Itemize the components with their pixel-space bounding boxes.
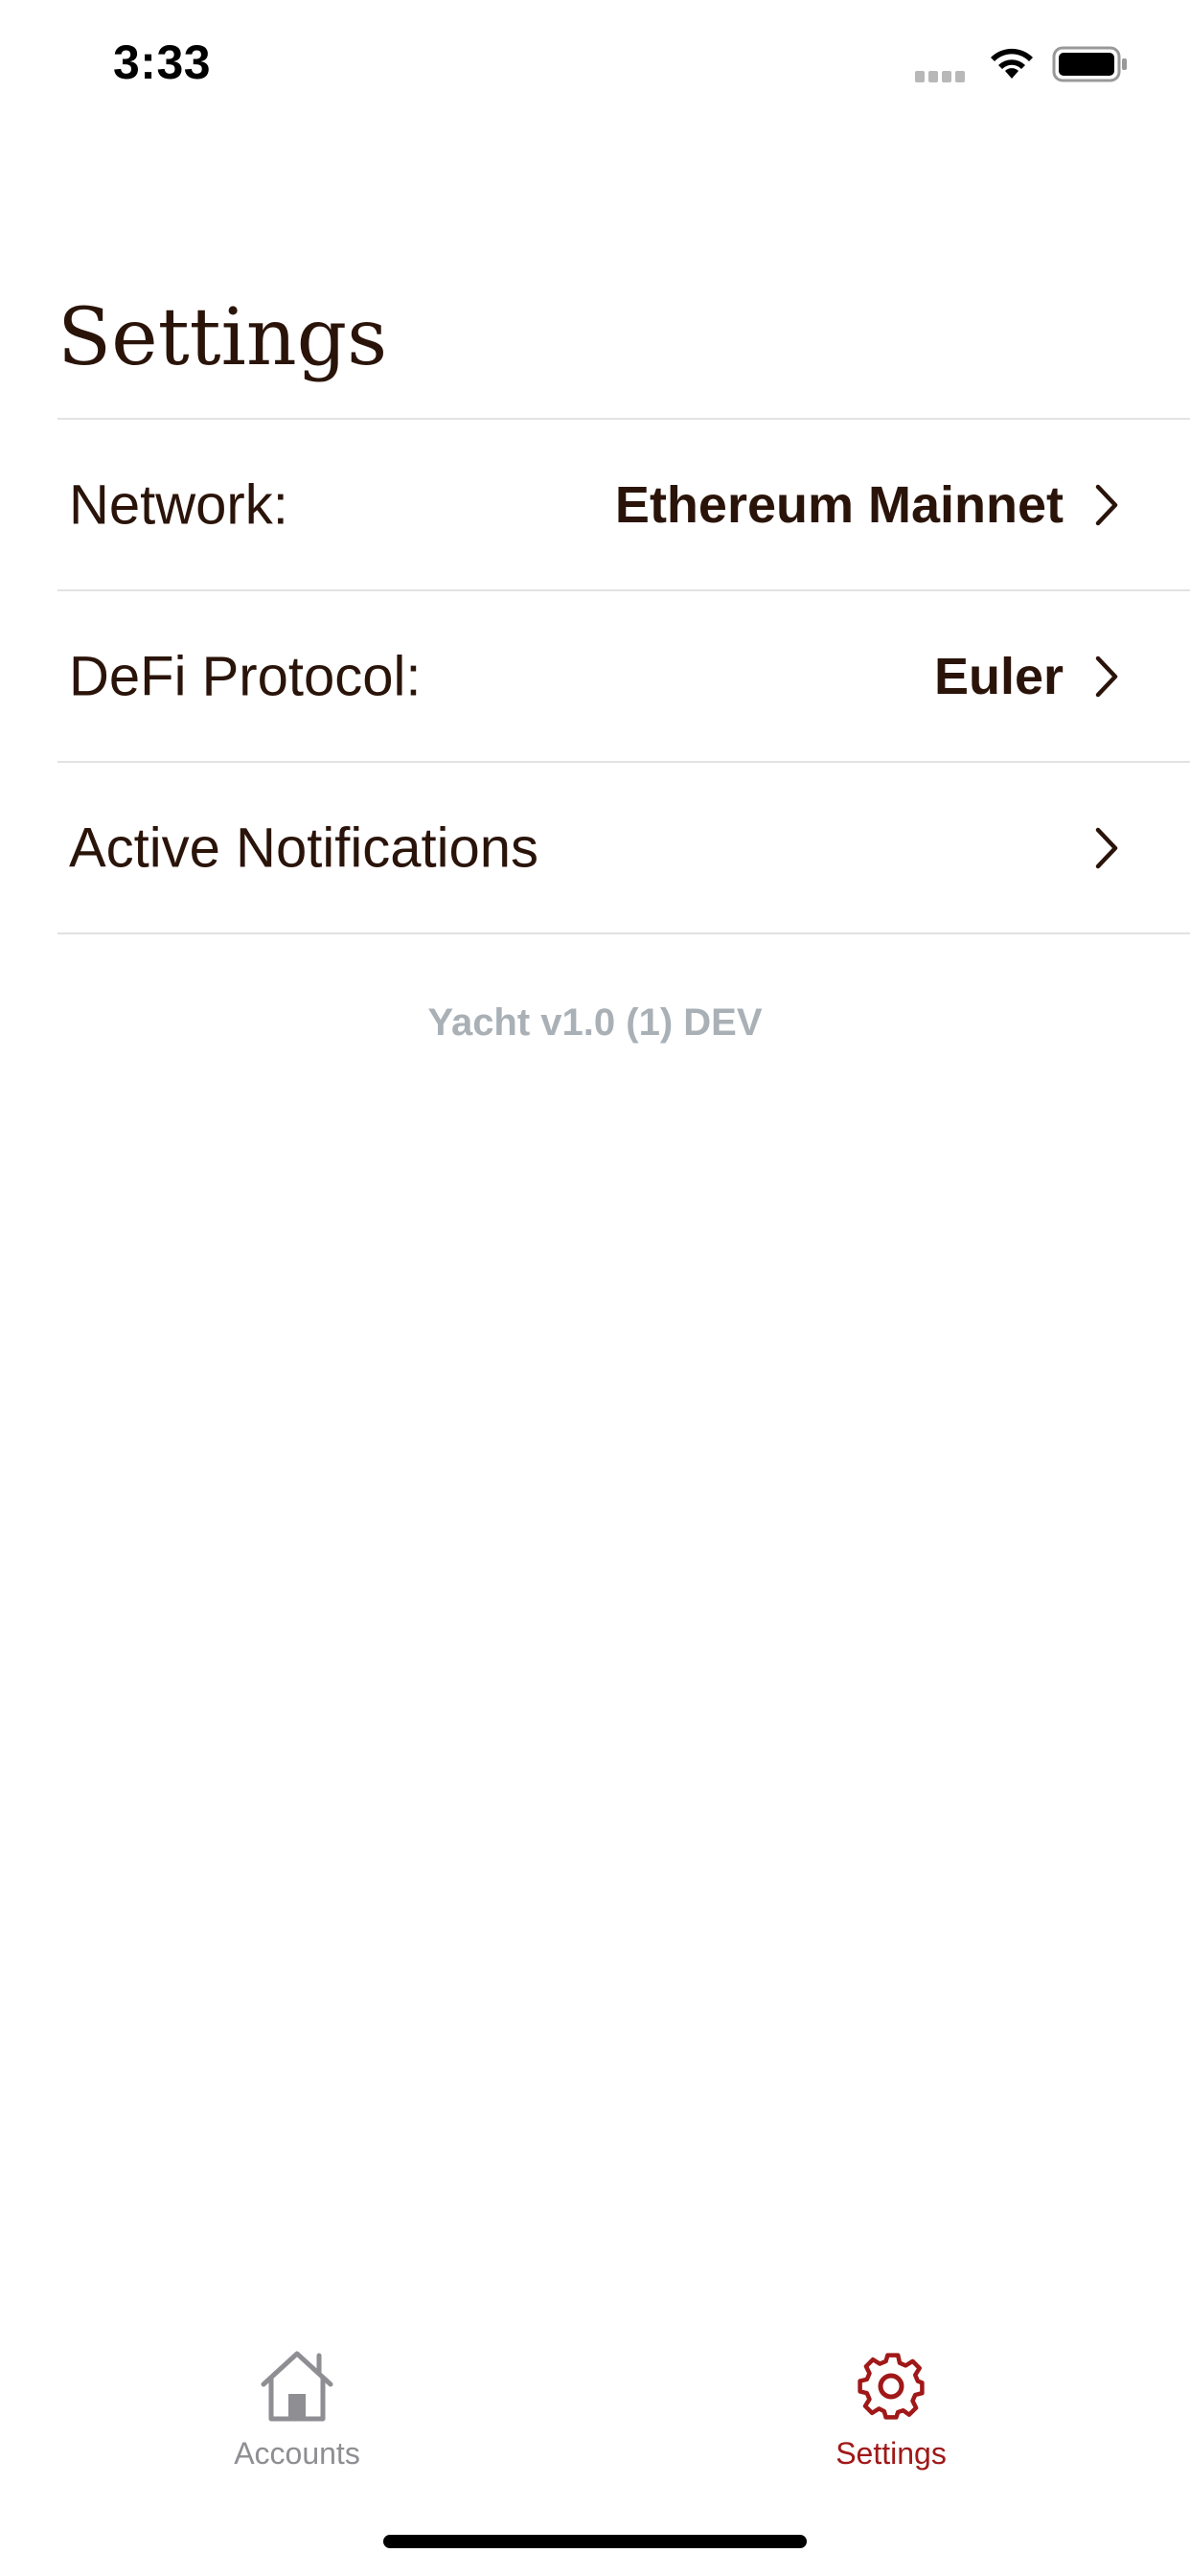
home-indicator (383, 2535, 807, 2548)
tab-bar: Accounts Settings (0, 2319, 1190, 2501)
settings-row-network[interactable]: Network: Ethereum Mainnet (57, 418, 1190, 589)
settings-row-value: Euler (933, 647, 1064, 705)
settings-row-label: DeFi Protocol: (69, 645, 422, 707)
wifi-icon (991, 48, 1033, 79)
tab-label: Accounts (234, 2436, 360, 2471)
settings-row-value: Ethereum Mainnet (614, 475, 1064, 534)
tab-label: Settings (835, 2436, 947, 2471)
home-icon (261, 2351, 333, 2422)
status-time: 3:33 (113, 35, 212, 89)
cellular-signal-icon (915, 71, 973, 84)
app-version-label: Yacht v1.0 (1) DEV (427, 1001, 763, 1044)
settings-row-label: Active Notifications (69, 816, 538, 879)
status-bar: 3:33 (0, 0, 1190, 134)
settings-row-active-notifications[interactable]: Active Notifications (57, 761, 1190, 934)
battery-icon (1052, 46, 1127, 82)
gear-icon (858, 2353, 925, 2420)
page-title: Settings (57, 292, 388, 383)
chevron-right-icon (1095, 656, 1118, 697)
chevron-right-icon (1095, 484, 1118, 525)
settings-row-label: Network: (69, 473, 288, 536)
chevron-right-icon (1095, 827, 1118, 868)
tab-settings[interactable]: Settings (747, 2319, 1035, 2492)
tab-accounts[interactable]: Accounts (153, 2319, 441, 2492)
settings-row-defi-protocol[interactable]: DeFi Protocol: Euler (57, 589, 1190, 761)
settings-list: Network: Ethereum Mainnet DeFi Protocol:… (57, 418, 1190, 934)
